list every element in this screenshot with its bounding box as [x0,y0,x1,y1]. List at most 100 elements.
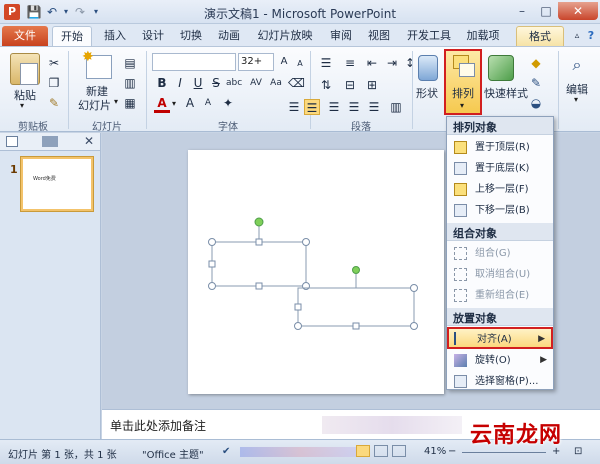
bold-icon[interactable]: B [154,75,170,91]
window-title: 演示文稿1 - Microsoft PowerPoint [203,7,397,21]
tab-insert[interactable]: 插入 [98,26,132,46]
slide-thumbnail[interactable]: Word免费 [21,157,93,211]
minimize-ribbon-icon[interactable]: ▵ [570,26,584,46]
cut-icon[interactable]: ✂ [46,55,62,71]
tab-slideshow[interactable]: 幻灯片放映 [252,26,318,46]
distribute-icon[interactable]: ☰ [366,99,382,115]
tab-review[interactable]: 审阅 [324,26,358,46]
tab-format[interactable]: 格式 [516,26,564,46]
paste-button[interactable]: 粘贴 [14,87,36,103]
shrink-font-icon[interactable]: A [292,56,308,72]
handle [208,238,216,246]
font-color-dropdown-icon[interactable]: ▾ [172,99,176,108]
spellcheck-icon[interactable]: ✔ [222,446,230,457]
shape-effects-icon[interactable]: ◒ [528,95,544,111]
format-painter-icon[interactable]: ✎ [46,95,62,111]
arrange-button[interactable]: 排列 ▾ [444,49,482,115]
grow-font-icon[interactable]: A [276,54,292,70]
underline-icon[interactable]: U [190,75,206,91]
align-left-icon[interactable]: ☰ [286,99,302,115]
shape-fill-icon[interactable]: ◆ [528,55,544,71]
group-separator [412,51,413,129]
customize-qa-icon[interactable]: ▾ [88,4,104,20]
tab-home[interactable]: 开始 [52,26,92,46]
copy-icon[interactable]: ❐ [46,75,62,91]
sorter-view-icon[interactable] [374,445,388,457]
font-size-up-icon[interactable]: A [182,95,198,111]
zoom-slider-track[interactable] [462,452,546,453]
font-color-icon[interactable]: A [154,95,170,113]
shape-icon[interactable] [418,55,438,81]
chevron-down-icon[interactable]: ▾ [574,95,578,104]
clear-format-icon[interactable]: ⌫ [288,75,305,91]
zoom-out-icon[interactable]: − [448,446,456,457]
line-spacing-icon[interactable]: ↕ [402,55,418,71]
shape-outline-icon[interactable]: ✎ [528,75,544,91]
menu-item-bring-to-front[interactable]: 置于顶层(R) [447,137,553,158]
section-icon[interactable]: ▦ [122,95,138,111]
numbering-icon[interactable]: ≡ [342,55,358,71]
reset-icon[interactable]: ▥ [122,75,138,91]
char-spacing-icon[interactable]: AV [248,75,264,91]
smartart-icon[interactable]: ⊞ [364,77,380,93]
new-slide-dropdown-icon[interactable]: ▾ [114,97,118,106]
increase-indent-icon[interactable]: ⇥ [384,55,400,71]
align-text-icon[interactable]: ⊟ [342,77,358,93]
tab-design[interactable]: 设计 [136,26,170,46]
normal-view-icon[interactable] [356,445,370,457]
save-icon[interactable]: 💾 [26,4,42,20]
justify-icon[interactable]: ☰ [346,99,362,115]
italic-icon[interactable]: I [172,75,188,91]
slide-canvas[interactable] [188,150,444,394]
maximize-button[interactable]: □ [534,2,558,20]
help-icon[interactable]: ? [584,26,598,46]
menu-item-selection-pane[interactable]: 选择窗格(P)... [447,371,553,392]
align-center-icon[interactable]: ☰ [304,99,320,115]
powerpoint-app-icon[interactable]: P [4,4,20,20]
strikethrough-icon[interactable]: S [208,75,224,91]
change-case-icon[interactable]: Aa [268,75,284,91]
tab-file[interactable]: 文件 [2,26,48,46]
menu-item-send-to-back[interactable]: 置于底层(K) [447,158,553,179]
shadow-icon[interactable]: abc [226,75,242,91]
close-pane-icon[interactable]: ✕ [84,134,94,148]
text-direction-icon[interactable]: ⇅ [318,77,334,93]
decrease-indent-icon[interactable]: ⇤ [364,55,380,71]
font-size-down-icon[interactable]: A [200,95,216,111]
tab-addins[interactable]: 加载项 [460,26,506,46]
shape-outline-1 [211,241,307,287]
redo-icon[interactable]: ↷ [72,4,88,20]
tab-transitions[interactable]: 切换 [174,26,208,46]
quick-styles-icon[interactable] [488,55,514,81]
close-button[interactable]: ✕ [558,2,598,20]
tab-view[interactable]: 视图 [362,26,396,46]
menu-item-send-backward[interactable]: 下移一层(B) [447,200,553,221]
columns-icon[interactable]: ▥ [388,99,404,115]
menu-item-align[interactable]: 对齐(A) ▶ [447,327,553,349]
menu-item-rotate[interactable]: 旋转(O) ▶ [447,350,553,371]
outline-tab-icon[interactable] [42,136,58,147]
layout-icon[interactable]: ▤ [122,55,138,71]
send-to-back-icon [454,162,467,175]
shape-button[interactable]: 形状 [416,85,438,101]
clear-icon[interactable]: ✦ [220,95,236,111]
slide-shapes[interactable] [188,150,444,394]
align-right-icon[interactable]: ☰ [326,99,342,115]
group-separator [310,51,311,129]
handle [255,282,263,290]
binoculars-icon[interactable]: ⌕ [568,55,586,74]
zoom-level[interactable]: 41% [424,446,446,457]
quick-styles-button[interactable]: 快速样式 [484,85,528,101]
bullets-icon[interactable]: ☰ [318,55,334,71]
menu-item-bring-forward[interactable]: 上移一层(F) [447,179,553,200]
tab-animations[interactable]: 动画 [212,26,246,46]
fit-window-icon[interactable]: ⊡ [574,446,582,457]
reading-view-icon[interactable] [392,445,406,457]
tab-developer[interactable]: 开发工具 [402,26,456,46]
slides-tab-icon[interactable] [6,136,18,147]
font-size-combo[interactable]: 32+ [238,53,274,71]
minimize-button[interactable]: – [510,2,534,20]
paste-dropdown-icon[interactable]: ▾ [20,101,24,110]
new-slide-button-line2[interactable]: 幻灯片 [78,97,111,113]
font-name-combo[interactable] [152,53,236,71]
